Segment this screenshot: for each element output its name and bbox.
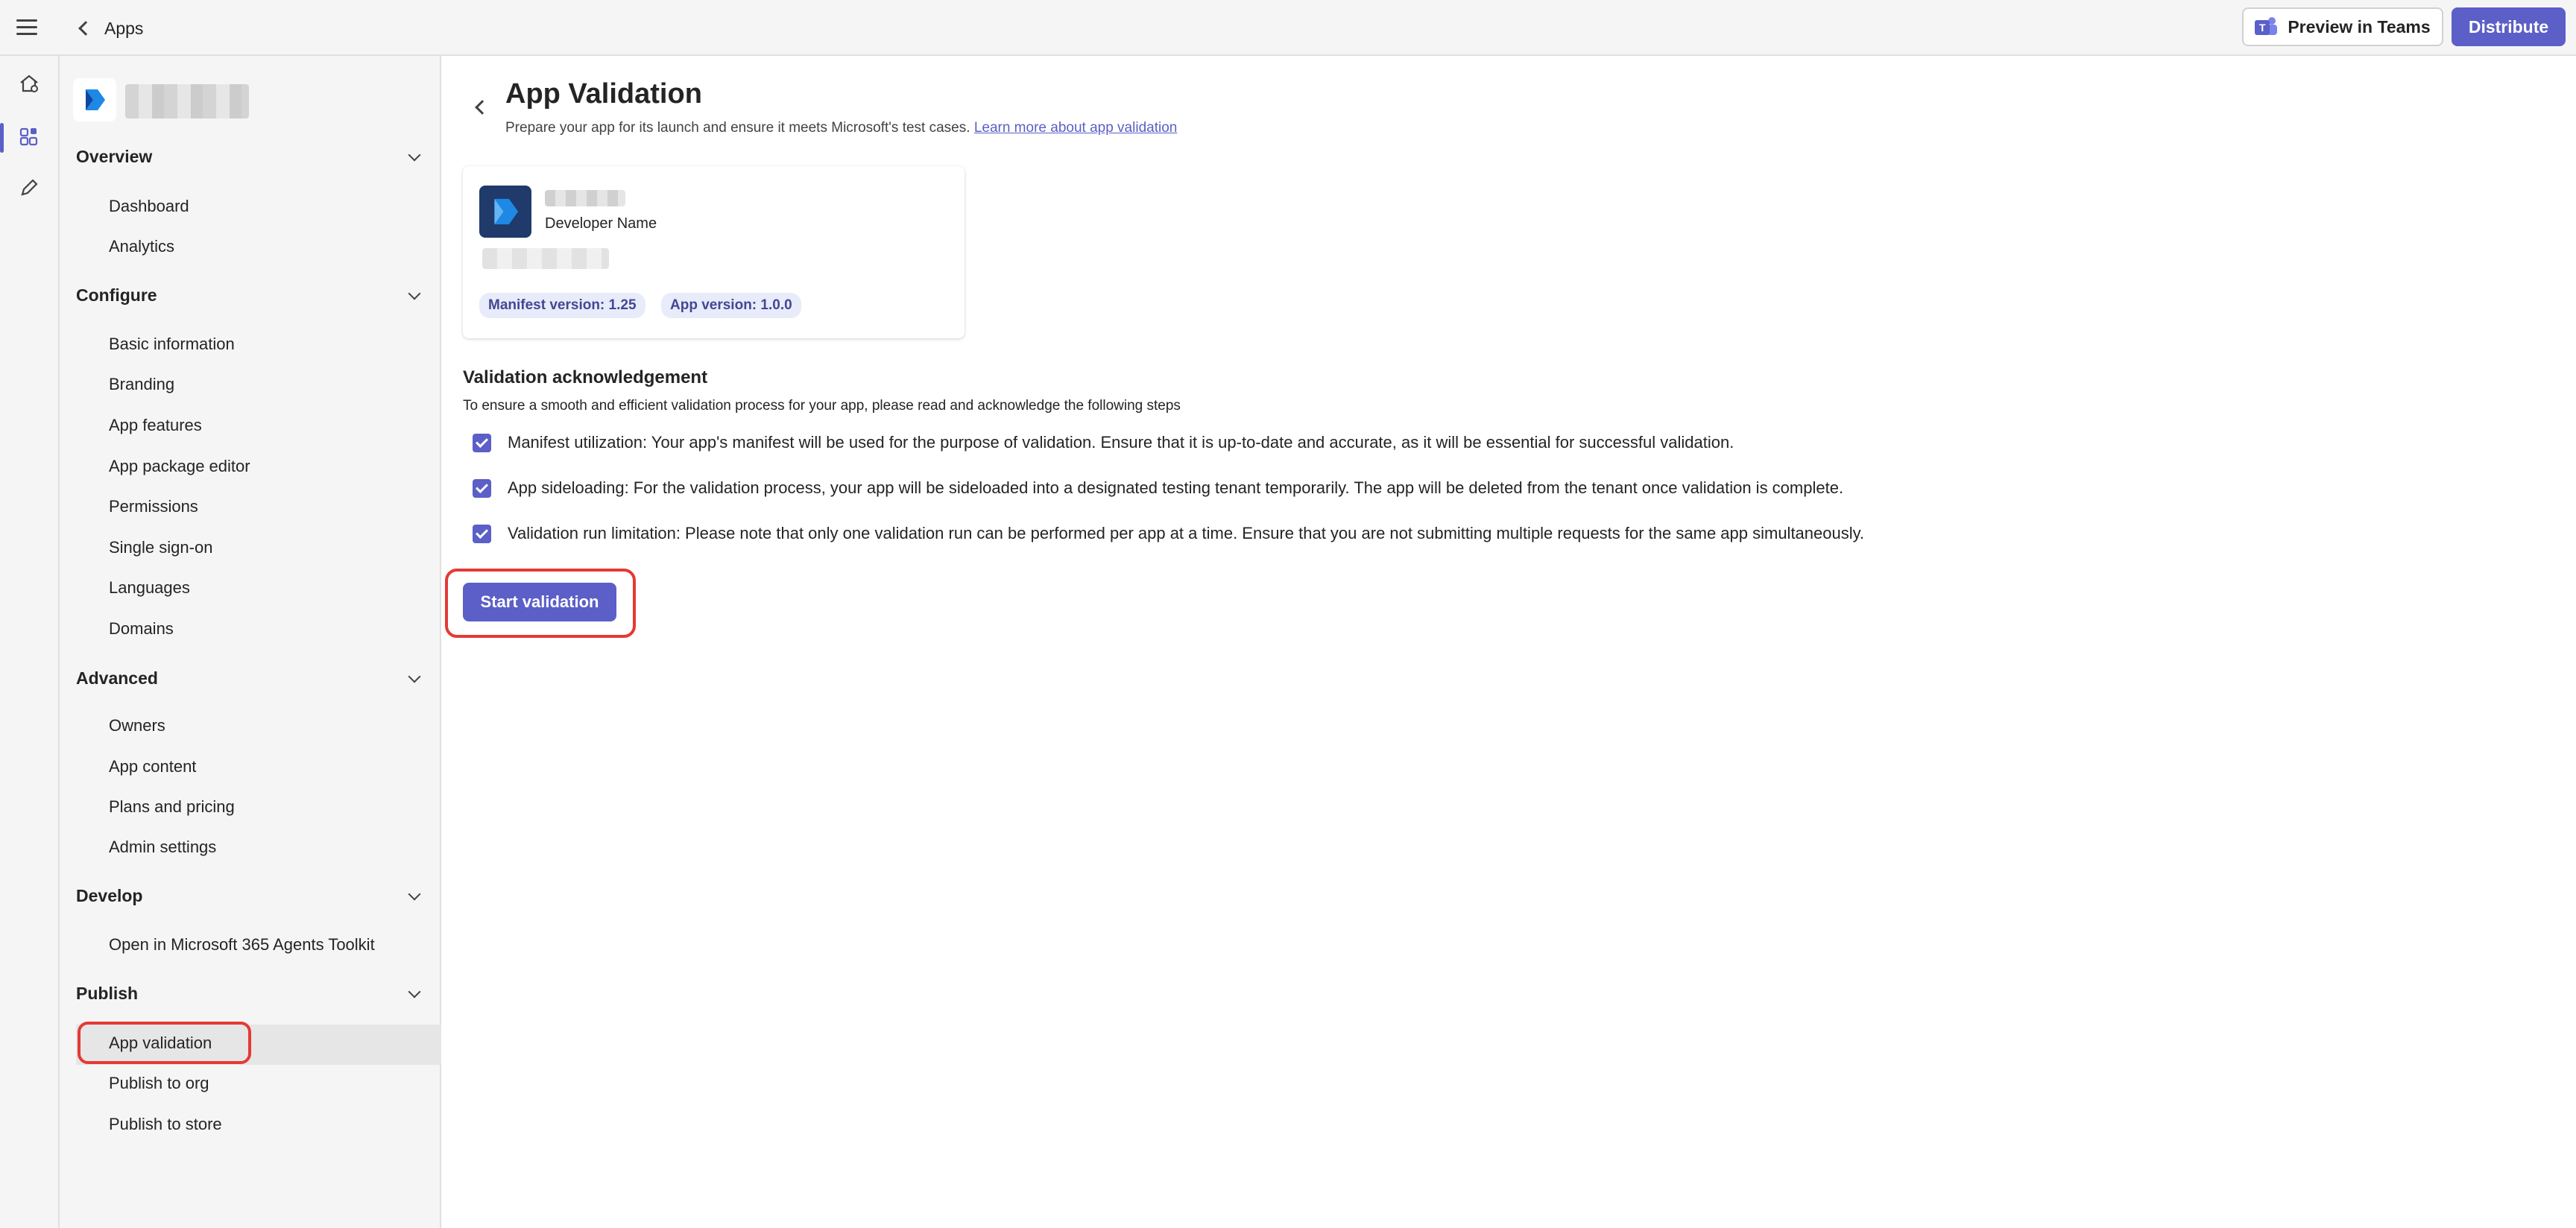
back-chevron-icon[interactable] — [475, 100, 490, 115]
home-icon[interactable] — [18, 72, 40, 95]
section-develop[interactable]: Develop — [76, 886, 142, 906]
rail-active-indicator — [0, 123, 4, 153]
apps-icon[interactable] — [18, 126, 40, 148]
left-rail — [0, 56, 60, 1228]
app-name-redacted — [545, 190, 625, 206]
ack-item-text: Validation run limitation: Please note t… — [508, 524, 1865, 542]
checkbox-checked-icon[interactable] — [473, 478, 491, 498]
sidebar-item-app-features[interactable]: App features — [109, 416, 202, 435]
top-bar: Apps T Preview in Teams Distribute — [0, 0, 2576, 56]
preview-label: Preview in Teams — [2288, 16, 2431, 37]
sidebar-item-open-in-agents-toolkit[interactable]: Open in Microsoft 365 Agents Toolkit — [109, 935, 375, 955]
main-content: App Validation Prepare your app for its … — [441, 56, 2576, 1228]
subtitle-text: Prepare your app for its launch and ensu… — [505, 120, 970, 136]
app-name-redacted — [125, 84, 249, 118]
chevron-down-icon[interactable] — [408, 287, 421, 300]
sidebar-item-basic-information[interactable]: Basic information — [109, 335, 235, 354]
sidebar-item-publish-to-store[interactable]: Publish to store — [109, 1115, 222, 1134]
sidebar-item-app-content[interactable]: App content — [109, 757, 196, 776]
chevron-down-icon[interactable] — [408, 887, 421, 901]
acknowledgement-title: Validation acknowledgement — [463, 367, 708, 387]
manifest-version-badge: Manifest version: 1.25 — [479, 293, 645, 318]
checkbox-checked-icon[interactable] — [473, 433, 491, 452]
app-logo — [479, 186, 531, 238]
distribute-button[interactable]: Distribute — [2452, 7, 2566, 46]
app-version-badge: App version: 1.0.0 — [661, 293, 801, 318]
acknowledgement-description: To ensure a smooth and efficient validat… — [463, 398, 1181, 414]
hamburger-menu-icon[interactable] — [16, 19, 37, 36]
chevron-down-icon[interactable] — [408, 985, 421, 998]
start-validation-button[interactable]: Start validation — [463, 583, 616, 621]
section-advanced[interactable]: Advanced — [76, 668, 158, 689]
app-info-card: Developer Name Manifest version: 1.25 Ap… — [463, 166, 965, 338]
sidebar-item-languages[interactable]: Languages — [109, 578, 190, 598]
sidebar-item-publish-to-org[interactable]: Publish to org — [109, 1074, 209, 1093]
sidebar-item-plans-and-pricing[interactable]: Plans and pricing — [109, 797, 235, 817]
section-publish[interactable]: Publish — [76, 984, 138, 1004]
ack-item-sideloading: App sideloading: For the validation proc… — [473, 478, 1843, 498]
page-title: App Validation — [505, 78, 702, 110]
section-overview[interactable]: Overview — [76, 147, 152, 167]
sidebar-item-app-package-editor[interactable]: App package editor — [109, 457, 250, 476]
ack-item-text: App sideloading: For the validation proc… — [508, 478, 1844, 497]
sidebar-item-permissions[interactable]: Permissions — [109, 497, 198, 516]
ack-item-manifest: Manifest utilization: Your app's manifes… — [473, 433, 1734, 452]
pencil-icon[interactable] — [18, 177, 40, 199]
preview-in-teams-button[interactable]: T Preview in Teams — [2242, 7, 2443, 46]
developer-name: Developer Name — [545, 215, 657, 232]
chevron-down-icon[interactable] — [408, 148, 421, 162]
sidebar-item-domains[interactable]: Domains — [109, 619, 174, 639]
sidebar-item-admin-settings[interactable]: Admin settings — [109, 838, 216, 857]
sidebar-item-dashboard[interactable]: Dashboard — [109, 197, 189, 216]
sidebar-item-single-sign-on[interactable]: Single sign-on — [109, 538, 212, 557]
ack-item-text: Manifest utilization: Your app's manifes… — [508, 433, 1734, 452]
back-label: Apps — [104, 18, 144, 38]
app-description-redacted — [482, 248, 609, 269]
learn-more-link[interactable]: Learn more about app validation — [974, 120, 1178, 136]
page-subtitle: Prepare your app for its launch and ensu… — [505, 120, 1177, 136]
teams-icon: T — [2255, 17, 2278, 37]
ack-item-run-limitation: Validation run limitation: Please note t… — [473, 524, 1864, 543]
chevron-left-icon — [78, 21, 93, 36]
sidebar-item-owners[interactable]: Owners — [109, 716, 165, 735]
checkbox-checked-icon[interactable] — [473, 524, 491, 543]
sidebar-item-branding[interactable]: Branding — [109, 375, 174, 394]
section-configure[interactable]: Configure — [76, 285, 157, 306]
highlight-outline-app-validation — [78, 1022, 251, 1064]
chevron-down-icon[interactable] — [408, 670, 421, 683]
app-logo — [73, 78, 116, 121]
sidebar-item-analytics[interactable]: Analytics — [109, 237, 174, 256]
back-to-apps-link[interactable]: Apps — [78, 13, 144, 43]
